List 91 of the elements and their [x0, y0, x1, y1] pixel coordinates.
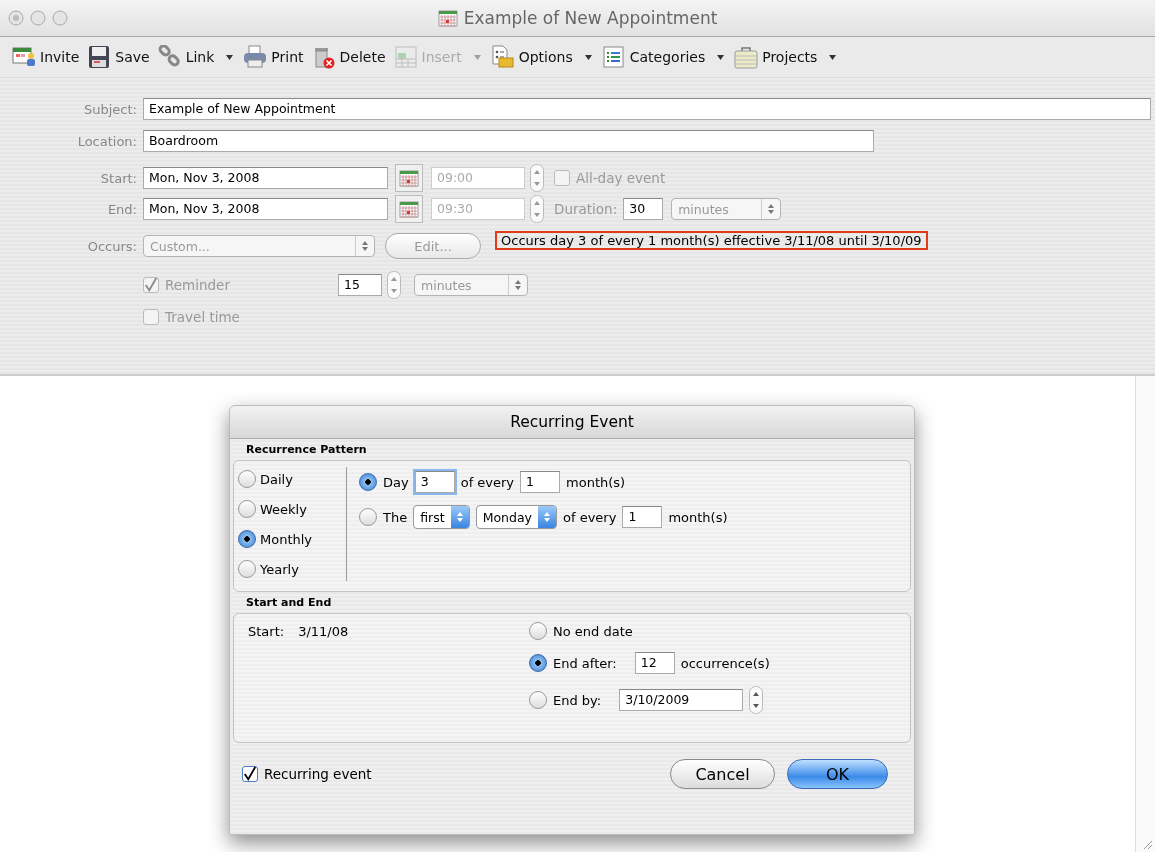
option-label: No end date	[553, 623, 633, 639]
toolbar-button[interactable]: Save	[85, 45, 156, 69]
zoom-button-icon[interactable]	[52, 10, 68, 26]
field-label: Occurs:	[86, 238, 138, 254]
radio-button[interactable]	[529, 622, 547, 640]
calendar-icon	[437, 8, 458, 28]
caret-icon[interactable]	[226, 54, 234, 60]
radio-label: Weekly	[260, 501, 307, 517]
field-label: Subject:	[83, 101, 138, 117]
option-label: of every	[460, 474, 515, 490]
toolbar-button[interactable]: Categories	[599, 45, 733, 69]
section-heading: Start and End	[245, 595, 333, 611]
option-label: occurrence(s)	[680, 655, 770, 671]
toolbar-button[interactable]: Print	[241, 45, 310, 69]
close-button-icon[interactable]	[8, 10, 24, 26]
radio-button[interactable]	[238, 500, 256, 518]
option-label: of every	[563, 509, 617, 525]
minimize-button-icon[interactable]	[30, 10, 46, 26]
dropdown[interactable]: first	[413, 505, 470, 529]
date-field[interactable]: Mon, Nov 3, 2008	[143, 198, 388, 220]
color-list-icon	[601, 45, 626, 69]
resize-grip-icon[interactable]	[1141, 838, 1153, 850]
dropdown[interactable]: Monday	[475, 505, 557, 529]
checkbox-label: All-day event	[576, 170, 666, 186]
caret-icon[interactable]	[717, 54, 725, 60]
location-field[interactable]: Boardroom	[143, 130, 874, 152]
number-field[interactable]: 1	[622, 506, 663, 528]
updown-arrows-icon	[360, 240, 370, 252]
updown-arrows-icon	[766, 203, 777, 215]
option-label: month(s)	[668, 509, 728, 525]
field-label: Duration:	[554, 201, 618, 217]
checkbox-label: Reminder	[165, 277, 230, 293]
radio-button[interactable]	[238, 560, 256, 578]
updown-arrows-icon	[454, 511, 465, 523]
window-title: Example of New Appointment	[463, 8, 718, 28]
updown-arrows-icon	[542, 511, 552, 523]
field-label: End:	[106, 201, 138, 217]
radio-label: Yearly	[260, 561, 299, 577]
date-field[interactable]: Mon, Nov 3, 2008	[143, 167, 388, 189]
ok-button[interactable]: OK	[787, 759, 888, 789]
radio-label: Daily	[260, 471, 293, 487]
dialog-title: Recurring Event	[230, 406, 914, 439]
recurrence-summary: Occurs day 3 of every 1 month(s) effective 3/11/08 until 3/10/09	[495, 230, 928, 250]
option-label: End by:	[553, 692, 602, 708]
option-label: End after:	[553, 655, 617, 671]
radio-button[interactable]	[238, 530, 256, 548]
checkbox-label: Recurring event	[264, 766, 372, 782]
radio-button[interactable]	[359, 508, 377, 526]
caret-icon[interactable]	[829, 54, 837, 60]
option-label: The	[383, 509, 408, 525]
document-envelope-icon	[490, 45, 515, 69]
number-field[interactable]: 1	[520, 471, 561, 493]
radio-label: Monthly	[260, 531, 313, 547]
option-label: month(s)	[566, 474, 626, 490]
briefcase-icon	[734, 45, 759, 69]
checkmark-icon	[243, 766, 257, 782]
option-label: Day	[383, 474, 409, 490]
radio-button[interactable]	[238, 470, 256, 488]
number-field[interactable]: 12	[634, 652, 675, 674]
checkbox-label: Travel time	[165, 309, 240, 325]
chain-link-icon	[157, 45, 182, 69]
stepper[interactable]	[749, 686, 764, 714]
calendar-person-icon	[12, 45, 36, 69]
subject-field[interactable]: Example of New Appointment	[143, 98, 1151, 120]
field-label: Start:	[99, 170, 138, 186]
checkbox[interactable]	[242, 766, 258, 782]
number-field[interactable]: 3	[414, 471, 455, 493]
calendar-button[interactable]	[395, 195, 423, 223]
date-field[interactable]: 3/10/2009	[619, 689, 744, 711]
start-label: Start:	[248, 624, 285, 639]
start-value: 3/11/08	[298, 624, 349, 639]
table-grid-icon	[393, 45, 418, 69]
section-heading: Recurrence Pattern	[245, 442, 368, 458]
radio-button[interactable]	[359, 473, 377, 491]
scrollbar[interactable]	[1135, 376, 1155, 852]
toolbar-button[interactable]: Link	[155, 45, 242, 69]
printer-icon	[243, 45, 268, 69]
calendar-button[interactable]	[395, 164, 423, 192]
checkmark-icon	[144, 277, 158, 293]
toolbar-button[interactable]: Options	[488, 45, 600, 69]
updown-arrows-icon	[513, 279, 523, 291]
radio-button[interactable]	[529, 654, 547, 672]
calendar-icon	[399, 168, 419, 188]
toolbar-button[interactable]: Projects	[732, 45, 845, 69]
toolbar-button[interactable]: Invite	[10, 45, 86, 69]
radio-button[interactable]	[529, 691, 547, 709]
caret-icon[interactable]	[584, 54, 592, 60]
cancel-button[interactable]: Cancel	[670, 759, 775, 789]
toolbar-button[interactable]: Delete	[309, 45, 392, 69]
calendar-icon	[399, 199, 419, 219]
field-label: Location:	[76, 133, 138, 149]
